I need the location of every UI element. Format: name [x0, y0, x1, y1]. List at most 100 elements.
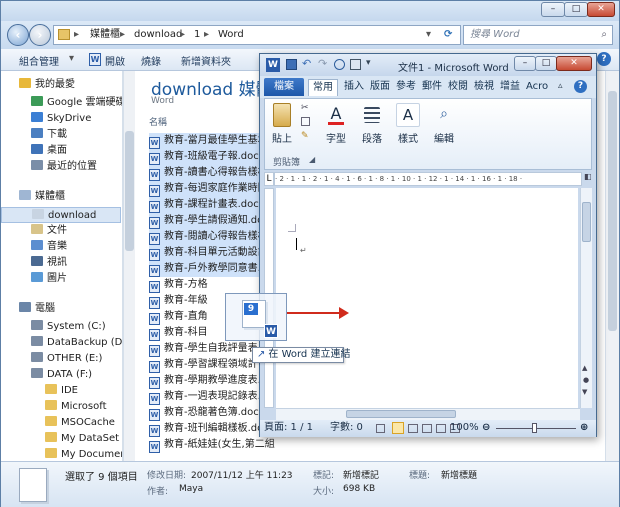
breadcrumb-libraries[interactable]: 媒體櫃: [90, 26, 120, 44]
full-screen-view-icon[interactable]: [408, 424, 418, 433]
word-horizontal-scrollbar[interactable]: [276, 408, 580, 420]
print-icon[interactable]: [350, 59, 361, 70]
tab-home[interactable]: 常用: [308, 79, 338, 96]
nav-item[interactable]: 桌面: [1, 143, 121, 159]
help-icon[interactable]: ?: [574, 80, 587, 93]
column-header-name[interactable]: 名稱: [149, 115, 167, 128]
word-minimize-button[interactable]: –: [514, 56, 536, 71]
zoom-out-icon[interactable]: ⊖: [482, 420, 490, 436]
author-value[interactable]: Maya: [179, 484, 203, 494]
paragraph-button[interactable]: 段落: [357, 103, 387, 145]
nav-item[interactable]: System (C:): [1, 319, 121, 335]
nav-item[interactable]: 圖片: [1, 271, 121, 287]
forward-button[interactable]: ›: [29, 24, 51, 46]
tab-mailings[interactable]: 郵件: [418, 79, 446, 96]
previous-page-icon[interactable]: ▲: [582, 364, 587, 372]
tab-insert[interactable]: 插入: [340, 79, 368, 96]
word-logo-icon[interactable]: W: [266, 58, 280, 72]
minimize-button[interactable]: –: [541, 2, 565, 17]
browse-object-icon[interactable]: ●: [583, 376, 589, 384]
save-icon[interactable]: [286, 59, 297, 70]
nav-item[interactable]: IDE: [1, 383, 121, 399]
tab-addins[interactable]: 增益: [496, 79, 524, 96]
nav-item[interactable]: My DataSet: [1, 431, 121, 447]
file-list-scrollbar[interactable]: [605, 71, 619, 461]
open-button[interactable]: 開啟: [105, 53, 125, 68]
breadcrumb-word[interactable]: Word: [218, 26, 244, 44]
zoom-slider-thumb[interactable]: [532, 423, 537, 433]
breadcrumb-1[interactable]: 1: [194, 26, 200, 44]
nav-item[interactable]: 下載: [1, 127, 121, 143]
horizontal-ruler[interactable]: · 2 · 1 · 1 · 2 · 1 · 4 · 1 · 6 · 1 · 8 …: [274, 172, 582, 186]
nav-item[interactable]: My Documents: [1, 447, 122, 461]
zoom-level[interactable]: 100%: [450, 420, 479, 436]
organize-button[interactable]: 組合管理: [19, 53, 59, 68]
word-vertical-scrollbar[interactable]: ▲ ● ▼: [580, 188, 592, 408]
maximize-button[interactable]: □: [564, 2, 588, 17]
cut-icon[interactable]: ✂: [301, 103, 309, 113]
nav-item[interactable]: 視訊: [1, 255, 121, 271]
word-close-button[interactable]: ✕: [556, 56, 592, 71]
tab-acrobat[interactable]: Acro: [522, 79, 552, 96]
nav-item[interactable]: DATA (F:): [1, 367, 121, 383]
new-doc-icon[interactable]: [334, 59, 345, 70]
back-button[interactable]: ‹: [7, 24, 29, 46]
undo-icon[interactable]: ↶: [302, 57, 311, 70]
document-page[interactable]: ↵: [276, 188, 578, 408]
nav-item[interactable]: 最近的位置: [1, 159, 121, 175]
copy-icon[interactable]: [301, 117, 310, 126]
navigation-scrollbar[interactable]: [123, 71, 135, 461]
proofing-icon[interactable]: [376, 424, 385, 433]
tab-layout[interactable]: 版面: [366, 79, 394, 96]
refresh-icon[interactable]: ⟳: [444, 26, 452, 44]
nav-item[interactable]: 媒體櫃: [1, 189, 121, 205]
nav-item[interactable]: 電腦: [1, 301, 121, 317]
web-layout-view-icon[interactable]: [422, 424, 432, 433]
format-painter-icon[interactable]: ✎: [301, 131, 309, 141]
scrollbar-thumb[interactable]: [582, 202, 591, 242]
chevron-down-icon[interactable]: ▾: [366, 58, 371, 68]
next-page-icon[interactable]: ▼: [582, 388, 587, 396]
help-icon[interactable]: ?: [597, 52, 611, 66]
styles-button[interactable]: A 樣式: [393, 103, 423, 145]
nav-item[interactable]: MSOCache: [1, 415, 121, 431]
font-button[interactable]: A 字型: [321, 103, 351, 145]
nav-item[interactable]: SkyDrive: [1, 111, 121, 127]
scrollbar-thumb[interactable]: [125, 131, 134, 251]
redo-icon[interactable]: ↷: [318, 57, 327, 70]
word-maximize-button[interactable]: □: [535, 56, 557, 71]
breadcrumb-download[interactable]: download: [134, 26, 182, 44]
nav-item[interactable]: 音樂: [1, 239, 121, 255]
editing-button[interactable]: ⌕ 編輯: [429, 103, 459, 145]
zoom-in-icon[interactable]: ⊕: [580, 420, 588, 436]
tab-references[interactable]: 參考: [392, 79, 420, 96]
tab-stop-selector[interactable]: L: [264, 172, 274, 186]
dialog-launcher-icon[interactable]: ◢: [309, 155, 315, 164]
nav-item[interactable]: OTHER (E:): [1, 351, 121, 367]
close-button[interactable]: ✕: [587, 2, 615, 17]
tab-review[interactable]: 校閱: [444, 79, 472, 96]
scrollbar-thumb[interactable]: [608, 91, 617, 331]
nav-item[interactable]: Google 雲端硬碟: [1, 95, 122, 111]
view-ruler-icon[interactable]: ◧: [584, 172, 592, 186]
file-row[interactable]: W 教育-紙娃娃(女生,第二組: [149, 437, 399, 453]
tags-value[interactable]: 新增標記: [343, 468, 379, 481]
nav-item[interactable]: 文件: [1, 223, 121, 239]
search-input[interactable]: 搜尋 Word ⌕: [463, 25, 613, 45]
page-count[interactable]: 頁面: 1 / 1: [264, 420, 313, 436]
nav-item[interactable]: Microsoft: [1, 399, 121, 415]
tab-file[interactable]: 檔案: [264, 78, 304, 96]
tab-view[interactable]: 檢視: [470, 79, 498, 96]
scrollbar-thumb[interactable]: [346, 410, 456, 418]
ribbon-collapse-icon[interactable]: ▵: [558, 81, 563, 91]
paste-button[interactable]: 貼上: [267, 103, 297, 145]
chevron-down-icon[interactable]: ▾: [426, 26, 431, 44]
nav-item[interactable]: download: [1, 207, 121, 223]
burn-button[interactable]: 燒錄: [141, 53, 161, 68]
print-layout-view-icon[interactable]: [392, 422, 404, 434]
nav-item[interactable]: 我的最愛: [1, 77, 121, 93]
new-folder-button[interactable]: 新增資料夾: [181, 53, 231, 68]
nav-item[interactable]: DataBackup (D:): [1, 335, 122, 351]
address-bar[interactable]: ▸ 媒體櫃 ▸ download ▸ 1 ▸ Word ▾ ⟳: [53, 25, 461, 45]
word-count[interactable]: 字數: 0: [330, 420, 363, 436]
